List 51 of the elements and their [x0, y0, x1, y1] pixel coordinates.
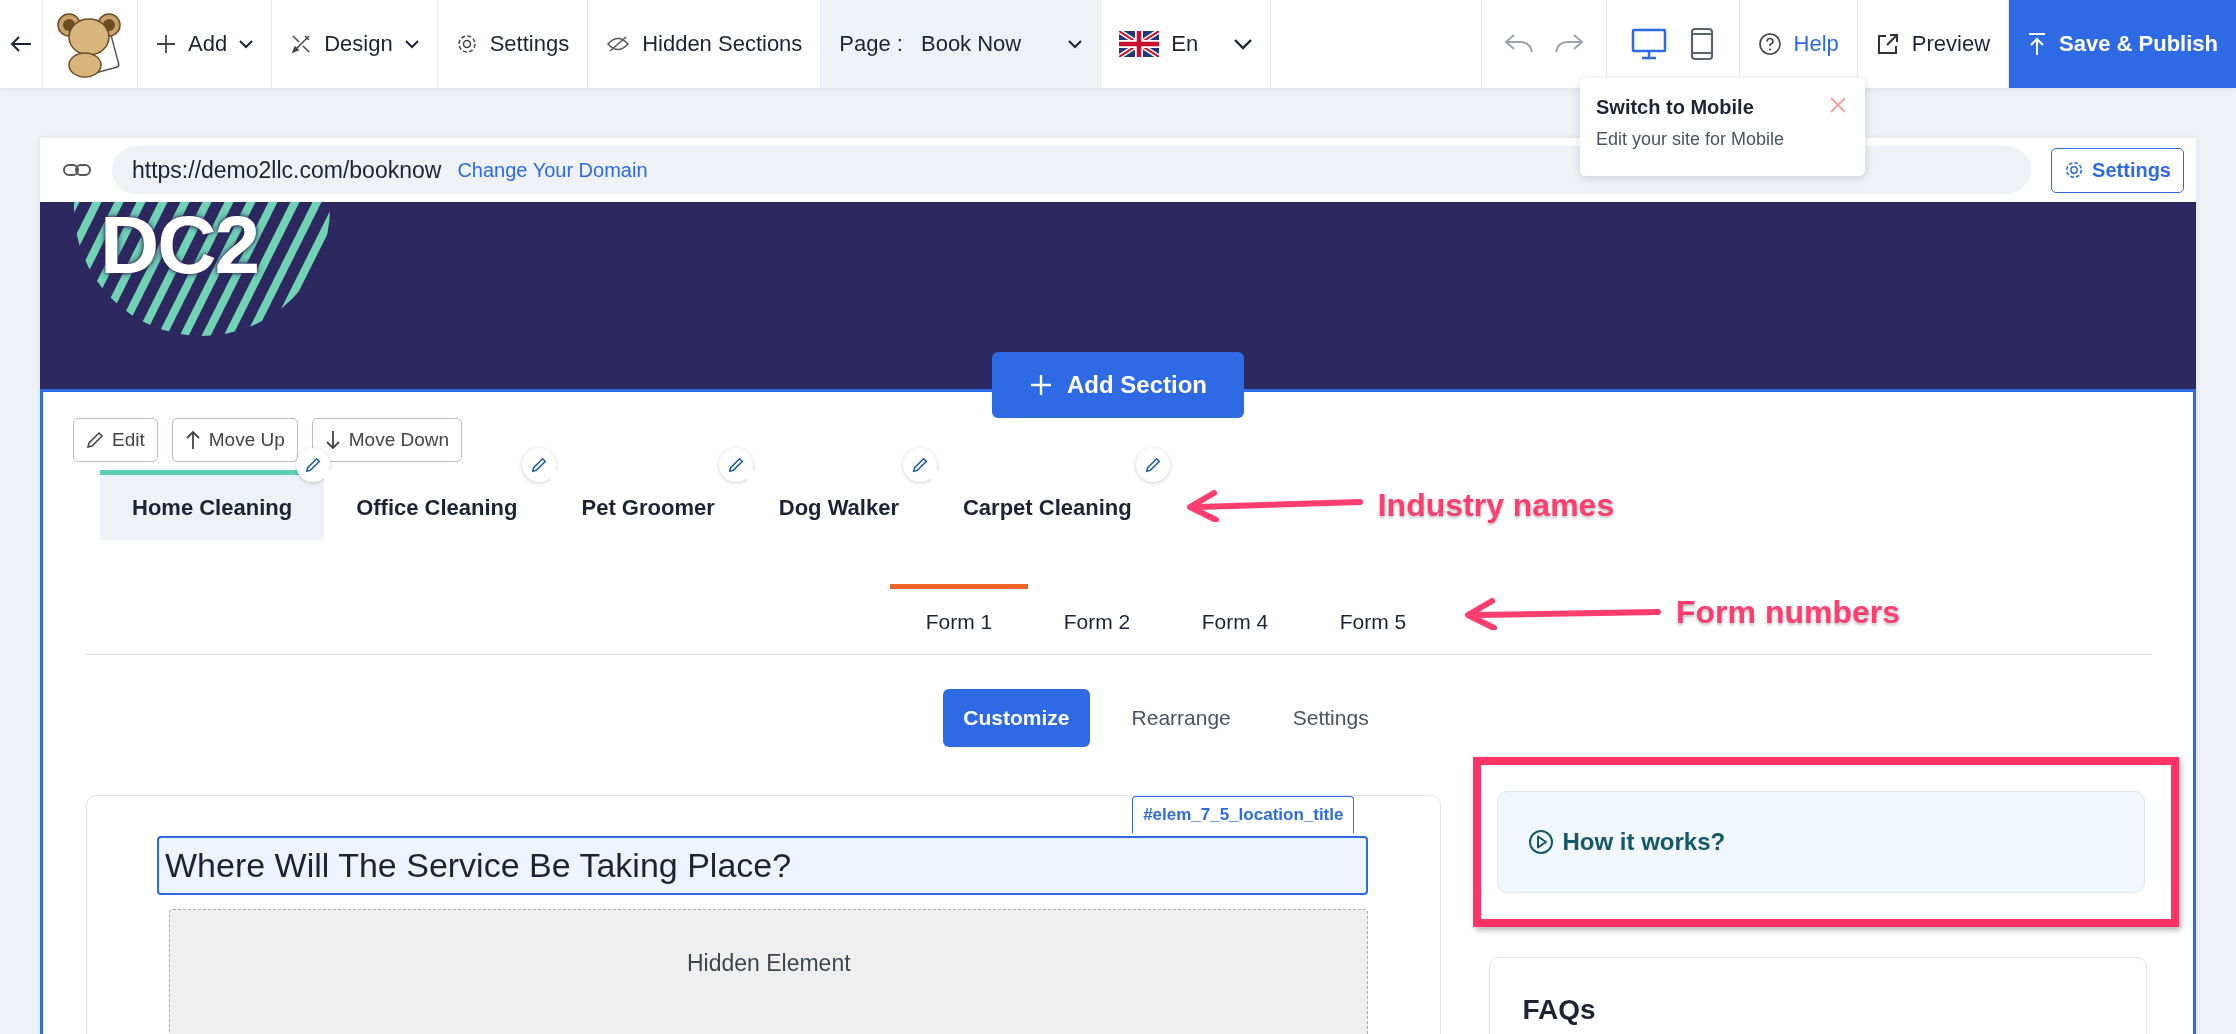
how-it-works-text: How it works? [1562, 828, 1726, 856]
plus-icon [1029, 373, 1053, 397]
design-menu[interactable]: Design [272, 0, 438, 88]
add-section-button[interactable]: Add Section [992, 352, 1244, 418]
desktop-icon[interactable] [1630, 28, 1667, 60]
annotation-text: Industry names [1377, 486, 1615, 524]
page-select[interactable]: Page : Book Now [821, 0, 1102, 88]
form-title[interactable]: Where Will The Service Be Taking Place? [157, 836, 1369, 895]
edit-pencil-icon[interactable] [903, 448, 937, 482]
arrow-up-icon [184, 430, 201, 450]
chevron-down-icon [1234, 38, 1253, 50]
upload-icon [2027, 32, 2048, 56]
tools-icon [290, 33, 313, 55]
language-select[interactable]: En [1101, 0, 1272, 88]
faq-title: FAQs [1522, 994, 1596, 1025]
edit-pencil-icon[interactable] [521, 448, 556, 482]
settings-icon [455, 33, 478, 55]
mode-tab[interactable]: Customize [943, 689, 1090, 747]
plus-icon [156, 34, 176, 54]
link-icon [62, 162, 92, 178]
down-action-button[interactable]: Move Down [311, 418, 463, 462]
edit-pencil-icon[interactable] [718, 448, 753, 482]
site-settings-button[interactable]: Settings [2051, 147, 2184, 193]
chevron-down-icon [239, 39, 254, 49]
question-circle-icon [1757, 32, 1782, 56]
pencil-icon [86, 431, 104, 449]
how-it-works-card[interactable]: How it works? [1497, 791, 2145, 893]
arrow-down-icon [324, 430, 341, 450]
add-menu[interactable]: Add [138, 0, 273, 88]
annotation-text: Form numbers [1676, 594, 1901, 631]
industry-tab[interactable]: Home Cleaning [100, 470, 325, 540]
hidden-element-label: Hidden Element [686, 950, 851, 978]
settings-button[interactable]: Settings [437, 0, 589, 88]
settings-icon [2064, 160, 2085, 180]
play-circle-icon [1528, 829, 1555, 855]
element-id-tag: #elem_7_5_location_title [1132, 796, 1355, 833]
eye-slash-icon [606, 35, 631, 53]
hidden-sections-button[interactable]: Hidden Sections [588, 0, 822, 88]
back-arrow-icon [10, 35, 32, 53]
up-action-button[interactable]: Move Up [171, 418, 298, 462]
flag-icon [1119, 31, 1160, 57]
tooltip-title: Switch to Mobile [1596, 96, 1754, 119]
mobile-icon[interactable] [1688, 27, 1715, 61]
chevron-down-icon [404, 39, 419, 49]
chevron-down-icon [1068, 39, 1083, 49]
edit-action-button[interactable]: Edit [73, 418, 158, 462]
change-domain-link[interactable]: Change Your Domain [457, 158, 648, 182]
preview-button[interactable]: Preview [1857, 0, 2010, 88]
edit-pencil-icon[interactable] [1135, 448, 1170, 482]
external-link-icon [1875, 32, 1900, 56]
save-publish-button[interactable]: Save & Publish [2009, 0, 2236, 88]
